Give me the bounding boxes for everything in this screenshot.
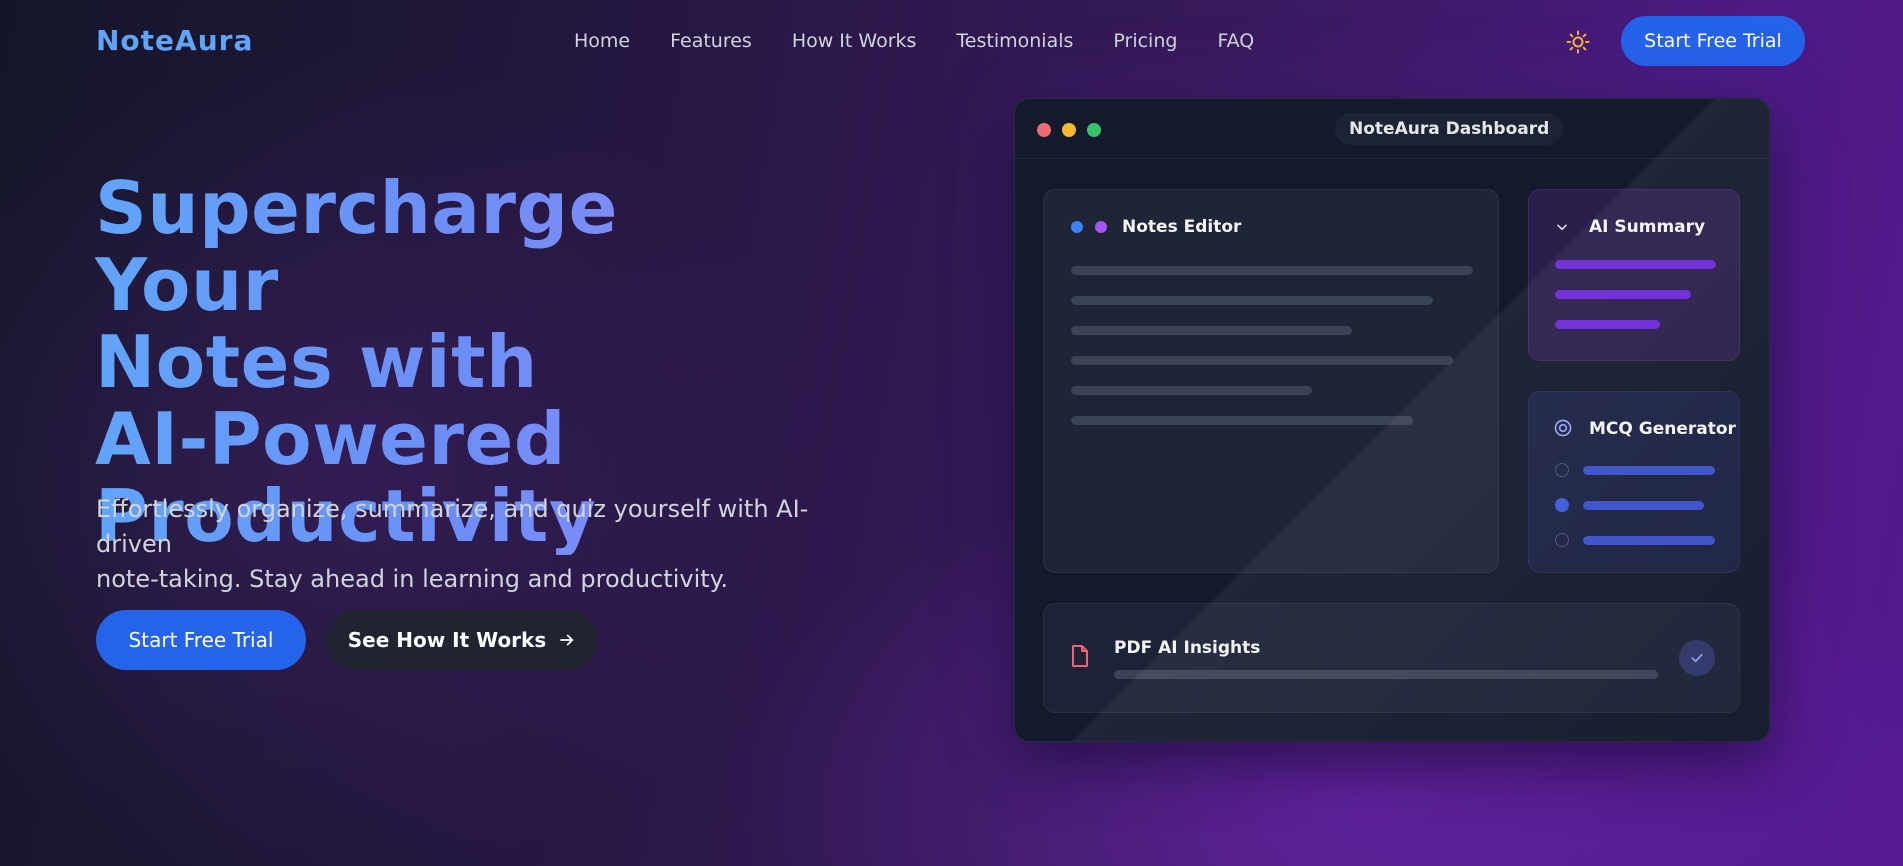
- notes-editor-title: Notes Editor: [1122, 217, 1242, 237]
- pdf-status-badge: [1679, 640, 1715, 676]
- hero-title-line: Notes with: [95, 320, 538, 404]
- text-placeholder-line: [1071, 386, 1312, 395]
- summary-placeholder-line: [1555, 290, 1691, 299]
- nav-link-home[interactable]: Home: [574, 30, 630, 52]
- file-icon: [1072, 645, 1088, 667]
- mcq-option-radio: [1555, 463, 1569, 477]
- target-icon: [1554, 419, 1572, 437]
- mcq-generator-title: MCQ Generator: [1589, 419, 1736, 439]
- see-how-it-works-label: See How It Works: [347, 628, 547, 652]
- main-nav: Home Features How It Works Testimonials …: [574, 30, 1294, 52]
- mcq-option-line: [1583, 501, 1704, 510]
- hero-subtitle-line: note-taking. Stay ahead in learning and …: [96, 565, 729, 593]
- window-maximize-dot: [1087, 123, 1101, 137]
- editor-dot-purple: [1095, 221, 1107, 233]
- text-placeholder-line: [1071, 356, 1453, 365]
- summary-placeholder-line: [1555, 320, 1660, 329]
- hero-subtitle-line: Effortlessly organize, summarize, and qu…: [96, 495, 809, 558]
- nav-link-testimonials[interactable]: Testimonials: [956, 30, 1073, 52]
- start-free-trial-button[interactable]: Start Free Trial: [96, 610, 306, 670]
- window-minimize-dot: [1062, 123, 1076, 137]
- pdf-insights-card: PDF AI Insights: [1043, 603, 1740, 713]
- arrow-right-icon: [560, 634, 574, 646]
- logo[interactable]: NoteAura: [96, 24, 253, 57]
- sun-icon: [1566, 30, 1590, 54]
- nav-link-faq[interactable]: FAQ: [1217, 30, 1254, 52]
- mcq-option-line: [1583, 536, 1715, 545]
- text-placeholder-line: [1071, 266, 1473, 275]
- text-placeholder-line: [1071, 326, 1352, 335]
- check-icon: [1691, 653, 1703, 663]
- window-titlebar: NoteAura Dashboard: [1015, 99, 1769, 159]
- mcq-option-radio-selected: [1555, 498, 1569, 512]
- nav-link-pricing[interactable]: Pricing: [1113, 30, 1177, 52]
- hero-title-line: AI-Powered: [95, 397, 566, 481]
- dashboard-title: NoteAura Dashboard: [1335, 113, 1564, 145]
- hero-subtitle: Effortlessly organize, summarize, and qu…: [96, 492, 856, 597]
- chevron-down-icon: [1557, 224, 1567, 231]
- text-placeholder-line: [1071, 296, 1433, 305]
- mcq-option-line: [1583, 466, 1715, 475]
- start-free-trial-nav-button[interactable]: Start Free Trial: [1621, 16, 1805, 66]
- window-close-dot: [1037, 123, 1051, 137]
- hero-title-line: Supercharge Your: [95, 166, 618, 327]
- pdf-insights-title: PDF AI Insights: [1114, 638, 1261, 658]
- mcq-generator-card: MCQ Generator: [1528, 391, 1740, 573]
- theme-toggle-button[interactable]: [1564, 28, 1592, 56]
- notes-editor-card: Notes Editor: [1043, 189, 1499, 573]
- nav-link-features[interactable]: Features: [670, 30, 752, 52]
- text-placeholder-line: [1071, 416, 1413, 425]
- ai-summary-title: AI Summary: [1589, 217, 1706, 237]
- ai-summary-card: AI Summary: [1528, 189, 1740, 361]
- summary-placeholder-line: [1555, 260, 1716, 269]
- pdf-progress-line: [1114, 670, 1658, 679]
- mcq-option-radio: [1555, 533, 1569, 547]
- editor-dot-blue: [1071, 221, 1083, 233]
- nav-link-how-it-works[interactable]: How It Works: [792, 30, 917, 52]
- see-how-it-works-button[interactable]: See How It Works: [326, 610, 598, 670]
- dashboard-preview: NoteAura Dashboard Notes Editor AI Summa…: [1014, 98, 1770, 742]
